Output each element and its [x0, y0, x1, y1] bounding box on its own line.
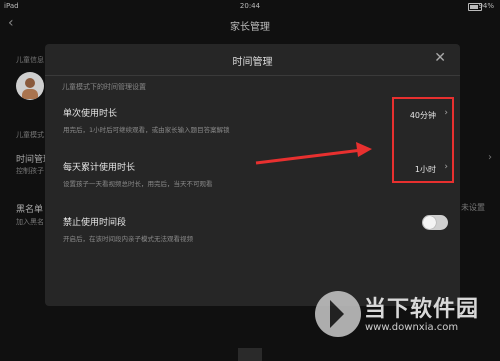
watermark-logo-icon — [315, 291, 361, 337]
watermark-brand: 当下软件园 — [364, 297, 480, 322]
watermark-url: www.downxia.com — [365, 322, 459, 333]
